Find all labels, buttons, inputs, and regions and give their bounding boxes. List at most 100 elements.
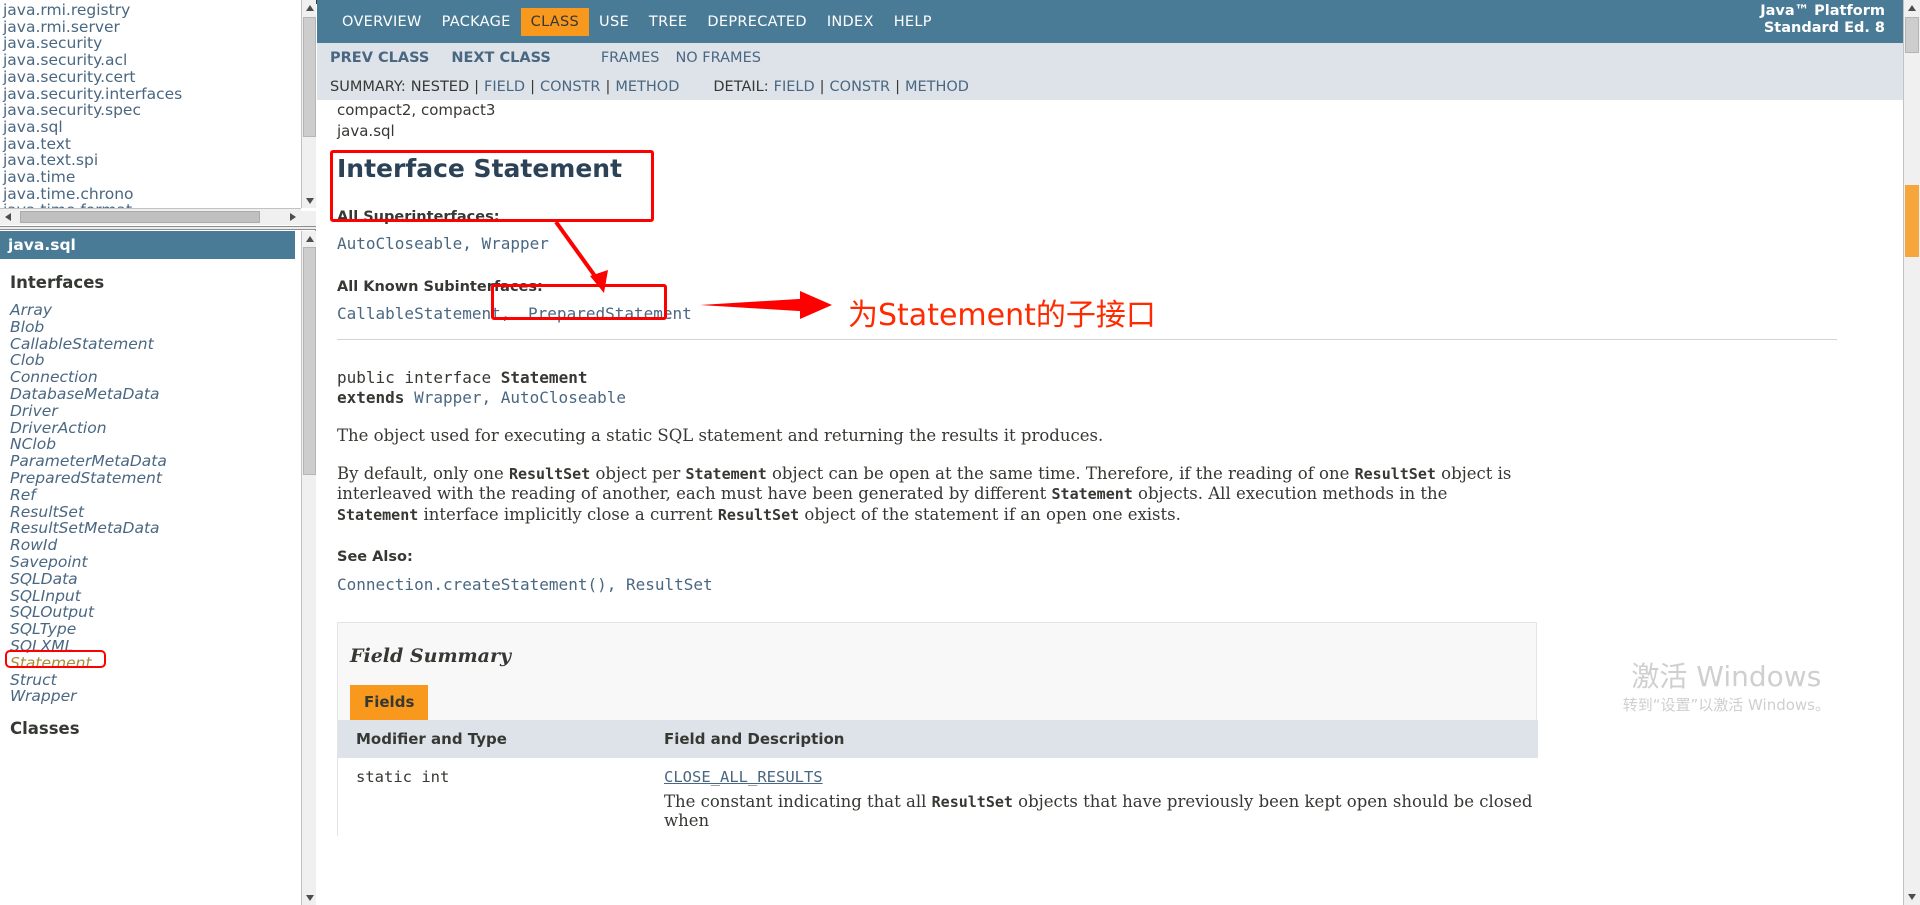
tab-fields[interactable]: Fields	[350, 685, 429, 720]
scroll-left-icon[interactable]	[0, 209, 16, 225]
class-signature: public interface Statement extends Wrapp…	[337, 368, 1857, 408]
class-link-sqloutput[interactable]: SQLOutput	[10, 604, 295, 621]
package-link[interactable]: java.security.spec	[3, 102, 296, 119]
field-link-close-all-results[interactable]: CLOSE_ALL_RESULTS	[664, 768, 823, 786]
class-link-rowid[interactable]: RowId	[10, 537, 295, 554]
scroll-up-icon[interactable]	[1904, 0, 1920, 16]
class-list-frame[interactable]: java.sql Interfaces Array Blob CallableS…	[0, 231, 316, 905]
annotation-box-sidebar-statement	[5, 650, 106, 668]
scrollbar-thumb[interactable]	[303, 17, 316, 137]
class-link-array[interactable]: Array	[10, 302, 295, 319]
package-link[interactable]: java.rmi.registry	[3, 2, 296, 19]
desc2-part-e: objects. All execution methods in the	[1132, 484, 1448, 503]
class-link-preparedstatement[interactable]: PreparedStatement	[10, 470, 295, 487]
class-link-struct[interactable]: Struct	[10, 671, 295, 689]
frames-link[interactable]: FRAMES	[601, 50, 660, 66]
nav-use[interactable]: USE	[589, 8, 639, 36]
class-link-sqltype[interactable]: SQLType	[10, 621, 295, 638]
scroll-down-icon[interactable]	[302, 890, 316, 905]
desc2-code-resultset-3: ResultSet	[717, 505, 800, 524]
class-frame-vertical-scrollbar[interactable]	[301, 231, 316, 905]
main-vertical-scrollbar[interactable]	[1903, 0, 1920, 905]
class-link-ref[interactable]: Ref	[10, 486, 295, 504]
no-frames-link[interactable]: NO FRAMES	[675, 50, 761, 66]
package-list[interactable]: java.rmi.registry java.rmi.server java.s…	[0, 0, 296, 219]
frame-splitter[interactable]	[0, 226, 316, 230]
detail-constr[interactable]: CONSTR	[830, 79, 891, 95]
class-link-connection[interactable]: Connection	[10, 369, 295, 386]
package-link[interactable]: java.rmi.server	[3, 18, 296, 36]
class-link-savepoint[interactable]: Savepoint	[10, 554, 295, 571]
scroll-up-icon[interactable]	[302, 0, 316, 15]
class-link-resultsetmetadata[interactable]: ResultSetMetaData	[10, 520, 295, 537]
class-list[interactable]: Interfaces Array Blob CallableStatement …	[0, 259, 295, 748]
see-also-link-list[interactable]: Connection.createStatement(), ResultSet	[337, 575, 713, 594]
class-link-sqldata[interactable]: SQLData	[10, 570, 295, 588]
windows-activation-watermark: 激活 Windows 转到“设置”以激活 Windows。	[1623, 661, 1830, 715]
class-link-sqlinput[interactable]: SQLInput	[10, 587, 295, 605]
package-link[interactable]: java.sql	[3, 119, 296, 136]
separator: |	[605, 78, 611, 95]
next-class-link[interactable]: NEXT CLASS	[451, 50, 551, 66]
field-description: The constant indicating that all ResultS…	[664, 792, 1538, 830]
package-link[interactable]: java.security.acl	[3, 52, 296, 69]
scrollbar-thumb[interactable]	[1905, 17, 1919, 53]
detail-method[interactable]: METHOD	[905, 79, 969, 95]
desc2-code-resultset-2: ResultSet	[1354, 464, 1436, 483]
nav-deprecated[interactable]: DEPRECATED	[697, 8, 816, 36]
nav-tree[interactable]: TREE	[639, 8, 697, 36]
scrollbar-thumb[interactable]	[303, 247, 316, 475]
class-link-callablestatement[interactable]: CallableStatement	[10, 335, 295, 353]
summary-constr[interactable]: CONSTR	[540, 79, 601, 95]
class-link-driveraction[interactable]: DriverAction	[10, 419, 295, 437]
signature-name: Statement	[500, 368, 588, 387]
see-also-links[interactable]: Connection.createStatement(), ResultSet	[337, 575, 1857, 594]
class-link-clob[interactable]: Clob	[10, 352, 295, 369]
nav-overview[interactable]: OVERVIEW	[332, 8, 432, 36]
class-description-paragraph-2: By default, only one ResultSet object pe…	[337, 464, 1527, 526]
desc2-part-b: object per	[590, 463, 686, 483]
all-superinterfaces-value[interactable]: AutoCloseable, Wrapper	[337, 234, 1857, 253]
scroll-right-icon[interactable]	[285, 209, 301, 225]
package-frame-vertical-scrollbar[interactable]	[301, 0, 316, 208]
class-link-driver[interactable]: Driver	[10, 402, 295, 420]
scroll-down-icon[interactable]	[1904, 889, 1920, 905]
table-row: static int CLOSE_ALL_RESULTS The constan…	[338, 758, 1538, 836]
detail-field[interactable]: FIELD	[774, 79, 815, 95]
table-header-row: Modifier and Type Field and Description	[338, 720, 1538, 758]
separator: |	[819, 78, 825, 95]
summary-field[interactable]: FIELD	[484, 79, 525, 95]
scrollbar-thumb-horizontal[interactable]	[20, 211, 260, 223]
package-link[interactable]: java.security.interfaces	[3, 85, 296, 103]
subinterface-link-callablestatement[interactable]: CallableStatement,	[337, 304, 510, 323]
package-link[interactable]: java.time.chrono	[3, 186, 296, 203]
class-link-wrapper[interactable]: Wrapper	[10, 688, 295, 705]
class-description-paragraph-1: The object used for executing a static S…	[337, 426, 1104, 445]
summary-method[interactable]: METHOD	[615, 79, 679, 95]
scroll-down-icon[interactable]	[302, 193, 316, 208]
signature-extends-list[interactable]: Wrapper, AutoCloseable	[414, 388, 626, 407]
class-link-parametermetadata[interactable]: ParameterMetaData	[10, 453, 295, 470]
class-link-blob[interactable]: Blob	[10, 318, 295, 336]
horizontal-rule	[337, 339, 1837, 340]
nav-class[interactable]: CLASS	[520, 7, 590, 36]
scroll-up-icon[interactable]	[302, 231, 316, 246]
class-link-resultset[interactable]: ResultSet	[10, 503, 295, 521]
package-link[interactable]: java.security.cert	[3, 69, 296, 86]
nav-package[interactable]: PACKAGE	[432, 8, 521, 36]
summary-nested: NESTED	[410, 78, 470, 95]
class-link-nclob[interactable]: NClob	[10, 436, 295, 453]
package-list-frame[interactable]: java.rmi.registry java.rmi.server java.s…	[0, 0, 316, 228]
package-frame-horizontal-scrollbar[interactable]	[0, 208, 301, 225]
package-link[interactable]: java.security	[3, 35, 296, 52]
package-link[interactable]: java.text	[3, 135, 296, 153]
left-frames-column: java.rmi.registry java.rmi.server java.s…	[0, 0, 316, 905]
superinterfaces-links[interactable]: AutoCloseable, Wrapper	[337, 234, 549, 253]
field-summary-table: Modifier and Type Field and Description …	[338, 720, 1538, 836]
nav-help[interactable]: HELP	[884, 8, 942, 36]
package-link[interactable]: java.text.spi	[3, 152, 296, 169]
prev-class-link[interactable]: PREV CLASS	[330, 50, 429, 66]
nav-index[interactable]: INDEX	[817, 8, 884, 36]
class-link-databasemetadata[interactable]: DatabaseMetaData	[10, 386, 295, 403]
package-link[interactable]: java.time	[3, 169, 296, 186]
